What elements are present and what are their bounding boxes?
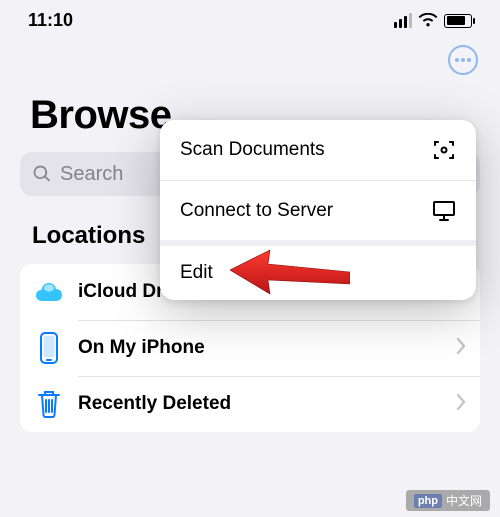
status-bar: 11:10 <box>0 0 500 35</box>
watermark-text: 中文网 <box>446 492 482 509</box>
cloud-icon <box>32 275 66 309</box>
chevron-right-icon <box>456 394 466 415</box>
iphone-icon <box>32 331 66 365</box>
menu-item-label: Connect to Server <box>180 200 333 222</box>
server-icon <box>432 199 456 223</box>
trash-icon <box>32 387 66 421</box>
context-menu: Scan Documents Connect to Server Edit <box>160 120 476 300</box>
location-item-recently-deleted[interactable]: Recently Deleted <box>20 376 480 432</box>
menu-item-label: Edit <box>180 262 213 284</box>
menu-item-label: Scan Documents <box>180 139 325 161</box>
battery-icon <box>444 14 472 28</box>
status-time: 11:10 <box>28 10 73 31</box>
cellular-signal-icon <box>394 13 412 28</box>
scan-icon <box>432 138 456 162</box>
location-label: Recently Deleted <box>78 393 456 415</box>
watermark: php 中文网 <box>406 490 490 511</box>
location-label: On My iPhone <box>78 337 456 359</box>
status-icons <box>394 13 472 28</box>
menu-item-scan-documents[interactable]: Scan Documents <box>160 120 476 180</box>
menu-item-connect-to-server[interactable]: Connect to Server <box>160 180 476 240</box>
search-placeholder: Search <box>60 163 123 186</box>
more-menu-button[interactable] <box>448 45 478 75</box>
watermark-brand: php <box>414 494 442 508</box>
chevron-right-icon <box>456 338 466 359</box>
search-icon <box>32 164 52 184</box>
location-item-iphone[interactable]: On My iPhone <box>20 320 480 376</box>
ellipsis-icon <box>455 58 471 62</box>
menu-item-edit[interactable]: Edit <box>160 240 476 300</box>
wifi-icon <box>418 13 438 28</box>
